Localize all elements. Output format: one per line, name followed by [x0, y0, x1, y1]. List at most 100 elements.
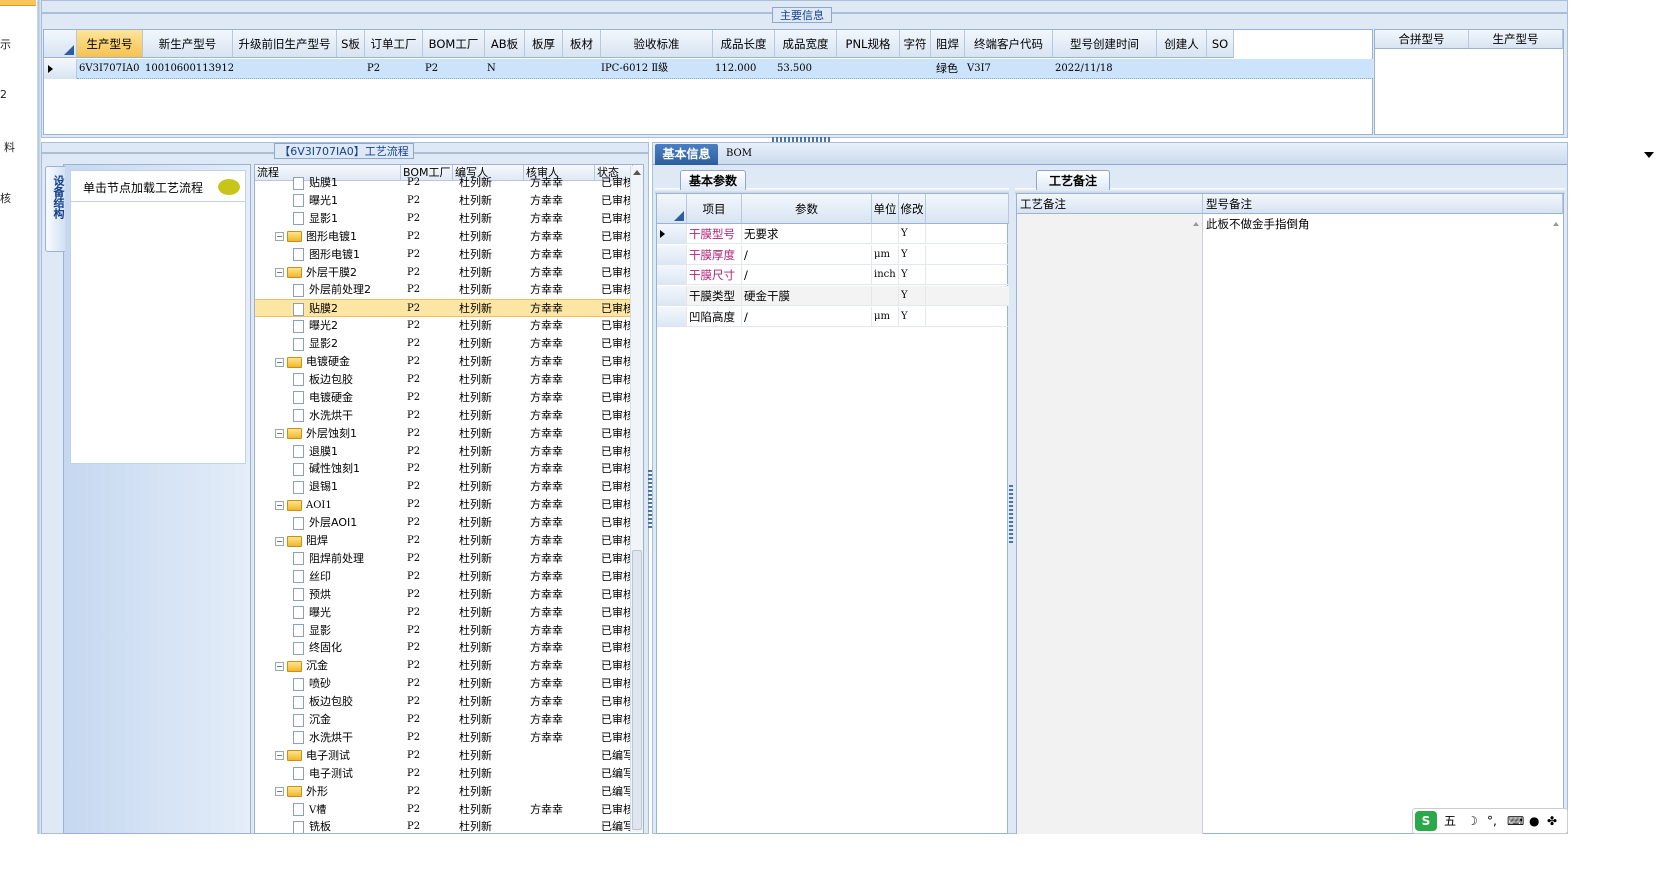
tree-row[interactable]: − 电子测试 P2 杜列新 已编写 [255, 747, 633, 765]
tree-row[interactable]: 预烘 P2 杜列新 方幸幸 已审核 [255, 586, 633, 604]
tree-row[interactable]: 曝光 P2 杜列新 方幸幸 已审核 [255, 604, 633, 622]
main-cell[interactable]: 6V3I707IA0 [77, 59, 143, 79]
merge-model-header[interactable]: 合拼型号 [1375, 30, 1469, 49]
row-indicator[interactable] [44, 59, 77, 79]
collapse-icon[interactable]: − [275, 268, 284, 277]
param-row-indicator[interactable] [657, 286, 687, 307]
tree-row[interactable]: 曝光2 P2 杜列新 方幸幸 已审核 [255, 317, 633, 335]
tab-dropdown-icon[interactable] [1644, 152, 1654, 158]
tree-row[interactable]: 丝印 P2 杜列新 方幸幸 已审核 [255, 568, 633, 586]
tree-node-cell[interactable]: 贴膜1 [291, 174, 401, 192]
main-col-header[interactable]: 成品长度 [713, 30, 775, 58]
tree-row[interactable]: 水洗烘干 P2 杜列新 方幸幸 已审核 [255, 407, 633, 425]
ime-mode[interactable]: 五 [1444, 809, 1456, 833]
tree-node-cell[interactable]: − 电镀硬金 [275, 353, 401, 371]
main-col-header[interactable]: 生产型号 [77, 30, 143, 58]
tree-node-cell[interactable]: 图形电镀1 [291, 246, 401, 264]
tree-node-cell[interactable]: − 外层干膜2 [275, 264, 401, 282]
main-col-header[interactable]: 新生产型号 [143, 30, 233, 58]
tree-node-cell[interactable]: 沉金 [291, 711, 401, 729]
main-cell[interactable]: 112.000 [713, 59, 775, 79]
param-row-indicator[interactable] [657, 306, 687, 327]
tree-node-cell[interactable]: V槽 [291, 801, 401, 820]
tree-row[interactable]: − AOI1 P2 杜列新 方幸幸 已审核 [255, 496, 633, 514]
tree-row[interactable]: 外层AOI1 P2 杜列新 方幸幸 已审核 [255, 514, 633, 532]
main-col-header[interactable]: AB板 [485, 30, 525, 58]
tree-row[interactable]: 沉金 P2 杜列新 方幸幸 已审核 [255, 711, 633, 729]
main-col-header[interactable]: BOM工厂 [423, 30, 485, 58]
scroll-up-icon[interactable] [1553, 222, 1559, 226]
subtab-basic-params[interactable]: 基本参数 [680, 170, 746, 190]
main-cell[interactable]: P2 [423, 59, 485, 79]
main-col-header[interactable]: 订单工厂 [365, 30, 423, 58]
tree-row[interactable]: 喷砂 P2 杜列新 方幸幸 已审核 [255, 675, 633, 693]
tree-node-cell[interactable]: 板边包胶 [291, 371, 401, 389]
punct-icon[interactable]: °, [1487, 809, 1497, 833]
tree-node-cell[interactable]: 显影2 [291, 335, 401, 353]
tree-row[interactable]: 曝光1 P2 杜列新 方幸幸 已审核 [255, 192, 633, 210]
tree-node-cell[interactable]: 喷砂 [291, 675, 401, 693]
tree-node-cell[interactable]: 外层AOI1 [291, 514, 401, 532]
tree-row[interactable]: 显影1 P2 杜列新 方幸幸 已审核 [255, 210, 633, 228]
main-col-header[interactable]: 验收标准 [601, 30, 713, 58]
tree-node-cell[interactable]: 板边包胶 [291, 693, 401, 711]
param-col-unit[interactable]: 单位 [872, 194, 899, 224]
param-row-indicator[interactable] [657, 265, 687, 286]
param-value-cell[interactable]: 无要求 [742, 224, 872, 244]
model-note-text[interactable]: 此板不做金手指倒角 [1206, 216, 1310, 232]
vertical-splitter-grip[interactable] [648, 470, 652, 530]
main-cell[interactable]: 53.500 [775, 59, 837, 79]
tree-node-cell[interactable]: − 阻焊 [275, 532, 401, 550]
tree-row[interactable]: − 外层蚀刻1 P2 杜列新 方幸幸 已审核 [255, 425, 633, 443]
tree-row[interactable]: 外层前处理2 P2 杜列新 方幸幸 已审核 [255, 281, 633, 299]
tree-node-cell[interactable]: 外层前处理2 [291, 281, 401, 299]
tree-node-cell[interactable]: 碱性蚀刻1 [291, 460, 401, 478]
collapse-icon[interactable]: − [275, 787, 284, 797]
tree-row[interactable]: 贴膜1 P2 杜列新 方幸幸 已审核 [255, 174, 633, 192]
main-cell[interactable]: IPC-6012 Ⅱ级 [601, 59, 713, 79]
tree-node-cell[interactable]: 水洗烘干 [291, 729, 401, 747]
collapse-icon[interactable]: − [275, 357, 284, 367]
tree-row[interactable]: 图形电镀1 P2 杜列新 方幸幸 已审核 [255, 246, 633, 264]
main-col-header[interactable]: 板厚 [525, 30, 563, 58]
tree-node-cell[interactable]: 电子测试 [291, 765, 401, 783]
main-col-header[interactable]: 终端客户代码 [965, 30, 1053, 58]
tree-node-cell[interactable]: − 电子测试 [275, 747, 401, 765]
subtab-process-notes[interactable]: 工艺备注 [1036, 170, 1110, 190]
tree-row[interactable]: 显影 P2 杜列新 方幸幸 已审核 [255, 622, 633, 640]
main-cell[interactable]: 2022/11/18 [1053, 59, 1157, 79]
tree-node-cell[interactable]: 铣板 [291, 818, 401, 833]
tree-row[interactable]: V槽 P2 杜列新 方幸幸 已审核 [255, 801, 633, 819]
tree-node-cell[interactable]: 丝印 [291, 568, 401, 586]
nav-item-2[interactable]: 2 [0, 88, 36, 101]
tree-node-cell[interactable]: 曝光1 [291, 192, 401, 210]
param-value-cell[interactable]: / [742, 265, 872, 286]
main-col-header[interactable]: 型号创建时间 [1053, 30, 1157, 58]
tab-basic-info[interactable]: 基本信息 [655, 144, 718, 165]
tree-node-cell[interactable]: 曝光 [291, 604, 401, 622]
tree-node-cell[interactable]: 退锡1 [291, 478, 401, 496]
main-cell[interactable]: V3I7 [965, 59, 1053, 79]
param-row[interactable]: 干膜类型 硬金干膜 Y [657, 286, 1009, 307]
nav-item-4[interactable]: 核 [0, 190, 36, 206]
tree-node-cell[interactable]: 电镀硬金 [291, 389, 401, 407]
nav-prompt-box[interactable]: 单击节点加载工艺流程 [70, 170, 246, 202]
scroll-up-icon[interactable] [1193, 222, 1199, 226]
collapse-icon[interactable]: − [275, 661, 284, 671]
apps-icon[interactable]: ✤ [1547, 809, 1557, 833]
param-row[interactable]: 干膜厚度 / μm Y [657, 244, 1009, 265]
tree-node-cell[interactable]: − 外层蚀刻1 [275, 425, 401, 443]
main-cell[interactable]: 10010600113912 [143, 59, 233, 79]
ime-toolbar[interactable]: S 五 ☽ °, ⌨ ● ✤ [1412, 808, 1568, 834]
notes-col-model[interactable]: 型号备注 [1203, 194, 1563, 214]
tree-row[interactable]: 铣板 P2 杜列新 已编写 [255, 818, 633, 833]
moon-icon[interactable]: ☽ [1467, 809, 1478, 833]
user-icon[interactable]: ● [1529, 809, 1539, 833]
param-row[interactable]: 干膜尺寸 / inch Y [657, 265, 1009, 286]
tree-row[interactable]: 电子测试 P2 杜列新 已编写 [255, 765, 633, 783]
tree-row[interactable]: 水洗烘干 P2 杜列新 方幸幸 已审核 [255, 729, 633, 747]
main-col-header[interactable]: 成品宽度 [775, 30, 837, 58]
param-col-modify[interactable]: 修改 [899, 194, 926, 224]
main-col-header[interactable]: 阻焊 [931, 30, 965, 58]
tree-row[interactable]: 板边包胶 P2 杜列新 方幸幸 已审核 [255, 693, 633, 711]
